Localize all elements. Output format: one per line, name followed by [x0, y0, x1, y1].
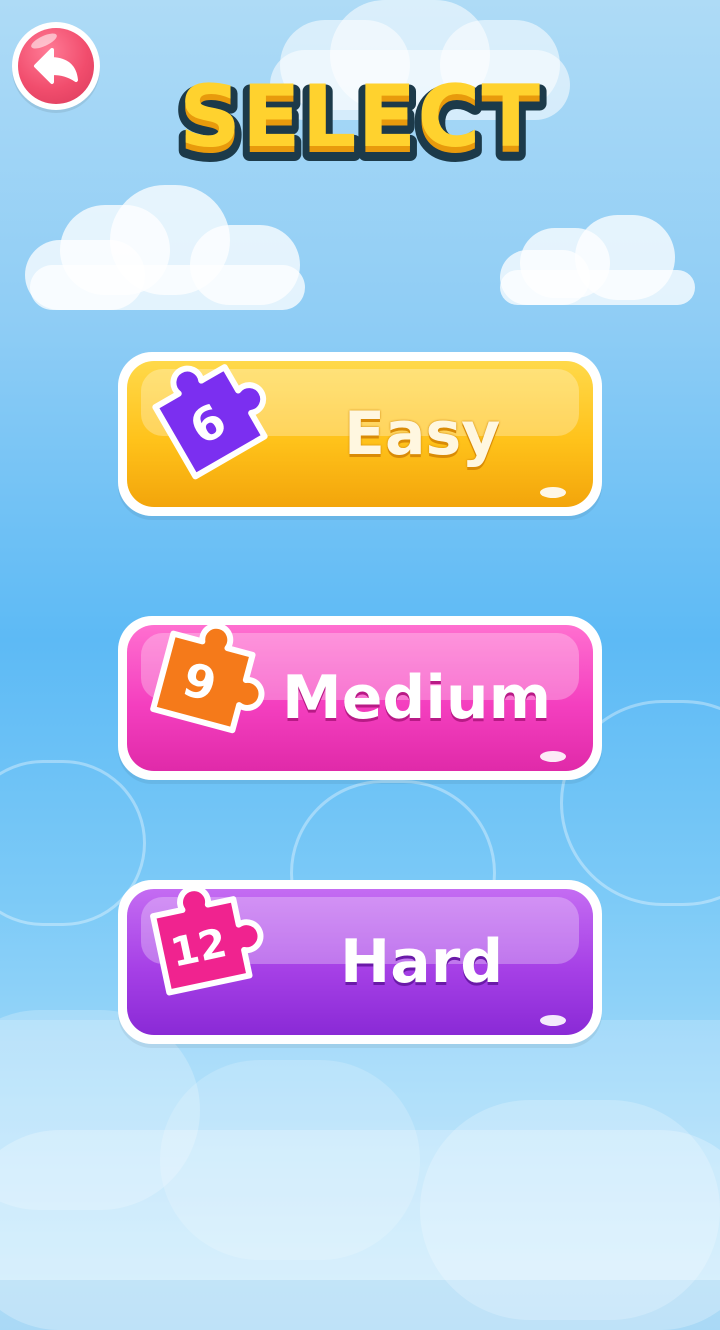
level-label-easy: Easy: [344, 399, 501, 469]
puzzle-piece-icon-hard: 12: [150, 885, 264, 996]
button-shine: [540, 1015, 566, 1026]
page-title: SELECT SELECT SELECT: [0, 62, 720, 185]
puzzle-piece-icon-easy: 6: [152, 364, 268, 480]
puzzle-piece-icon-medium: 9: [150, 622, 265, 734]
title-text: SELECT: [179, 67, 541, 167]
level-label-medium: Medium: [282, 663, 552, 733]
button-shine: [540, 487, 566, 498]
level-label-hard: Hard: [340, 927, 504, 997]
